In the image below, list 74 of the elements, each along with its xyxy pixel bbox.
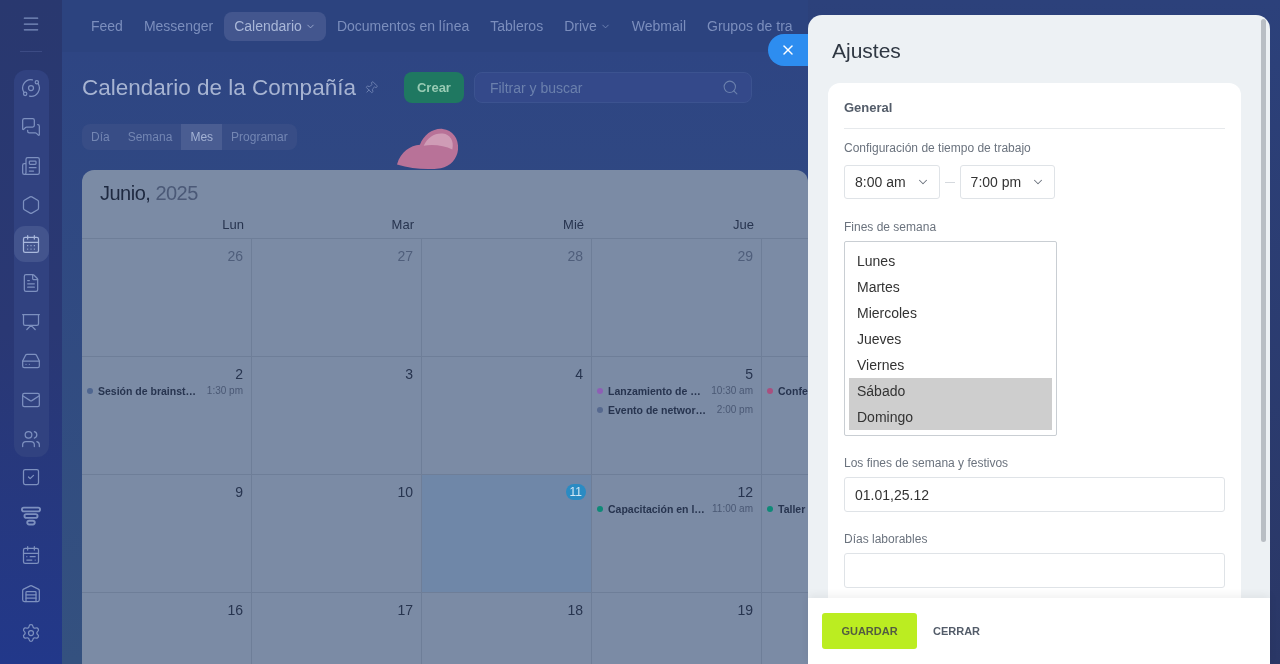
nav-link[interactable]: Grupos de tra xyxy=(697,18,803,34)
day-cell[interactable]: 11 xyxy=(422,475,592,592)
field-label: Fines de semana xyxy=(844,220,938,234)
event-title[interactable]: Capacitación en l… xyxy=(608,502,705,516)
time-select[interactable]: 8:00 am xyxy=(844,165,940,199)
drive-icon xyxy=(21,351,41,371)
settings-icon xyxy=(21,623,41,643)
time-select[interactable]: 7:00 pm xyxy=(959,165,1056,199)
warehouse-icon xyxy=(21,584,41,604)
presentation-board-icon xyxy=(21,312,41,332)
hexagon-icon xyxy=(21,195,41,215)
day-number: 3 xyxy=(405,366,413,382)
nav-link[interactable]: Documentos en línea xyxy=(326,18,480,34)
weekday-label: Jue xyxy=(733,216,754,234)
document-icon xyxy=(21,273,41,293)
field-label: Días laborables xyxy=(844,532,929,546)
newspaper-icon xyxy=(21,156,41,176)
event-title[interactable]: Sesión de brainst… xyxy=(98,384,197,398)
day-number: 9 xyxy=(235,484,243,500)
orbit-icon xyxy=(21,78,41,98)
weekend-listbox[interactable]: Lunes Martes Miercoles Jueves Viernes Sábado Domingo xyxy=(844,241,1057,436)
calendar-range-icon xyxy=(21,545,41,565)
view-tab[interactable]: Mes xyxy=(181,124,223,150)
day-number: 5 xyxy=(745,366,753,382)
section-title: General xyxy=(844,100,894,116)
event-title[interactable]: Taller xyxy=(778,502,806,516)
close-icon xyxy=(780,42,796,58)
day-number: 4 xyxy=(575,366,583,382)
event-title[interactable]: Confe xyxy=(778,384,808,398)
day-number: 19 xyxy=(737,602,753,618)
event-title[interactable]: Evento de networ… xyxy=(608,403,706,417)
view-tab[interactable]: Día xyxy=(82,124,119,150)
view-tab[interactable]: Programar xyxy=(222,124,297,150)
text-input[interactable]: 01.01,25.12 xyxy=(844,477,1225,512)
panel-title: Ajustes xyxy=(832,39,902,63)
day-number: 2 xyxy=(235,366,243,382)
stacked-bars-icon xyxy=(21,506,41,526)
view-tab[interactable]: Semana xyxy=(118,124,182,150)
month-label: Junio, xyxy=(100,181,151,205)
day-number: 16 xyxy=(227,602,243,618)
chat-bubbles-icon xyxy=(21,117,41,137)
listbox-option[interactable]: Sábado xyxy=(849,378,1052,404)
nav-link[interactable]: Messenger xyxy=(133,18,224,34)
primary-button[interactable]: GUARDAR xyxy=(822,613,917,649)
weekday-label: Mar xyxy=(391,216,414,234)
field-label: Los fines de semana y festivos xyxy=(844,456,1010,470)
text-button[interactable]: CERRAR xyxy=(933,624,981,638)
day-number: 10 xyxy=(397,484,413,500)
day-number: 12 xyxy=(737,484,753,500)
page-title: Calendario de la Compañía xyxy=(82,73,356,102)
calendar-icon xyxy=(21,234,41,254)
text-input[interactable] xyxy=(844,553,1225,588)
petal-drawing xyxy=(397,128,459,170)
check-square-icon xyxy=(21,467,41,487)
weekday-label: Mié xyxy=(563,216,584,234)
search-icon[interactable] xyxy=(721,79,739,96)
day-number: 11 xyxy=(565,484,586,500)
nav-link[interactable]: Calendario xyxy=(224,11,326,41)
nav-link[interactable]: Drive xyxy=(554,18,621,34)
day-number: 18 xyxy=(567,602,583,618)
nav-link[interactable]: Feed xyxy=(81,18,133,34)
field-label: Configuración de tiempo de trabajo xyxy=(844,141,1032,155)
scrollbar-thumb[interactable] xyxy=(1261,19,1266,542)
nav-link[interactable]: Webmail xyxy=(621,18,696,34)
weekday-label: Lun xyxy=(222,216,244,234)
day-number: 17 xyxy=(397,602,413,618)
event-title[interactable]: Lanzamiento de … xyxy=(608,384,701,398)
users-icon xyxy=(21,429,41,449)
listbox-option[interactable]: Domingo xyxy=(849,404,1052,430)
nav-link[interactable]: Tableros xyxy=(480,18,554,34)
sidebar-button[interactable] xyxy=(13,226,49,262)
mail-icon xyxy=(21,390,41,410)
close-button[interactable] xyxy=(768,34,808,66)
create-button[interactable]: Crear xyxy=(403,72,464,103)
